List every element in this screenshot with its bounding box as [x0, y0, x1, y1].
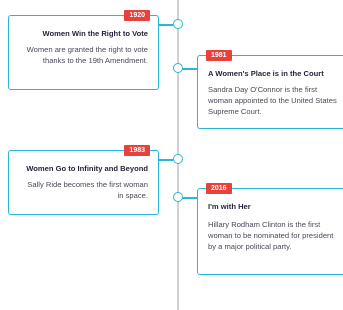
timeline-connector [158, 159, 173, 161]
timeline-card-1920: 1920 Women Win the Right to Vote Women a… [8, 10, 159, 90]
timeline-node [173, 154, 183, 164]
timeline-node [173, 63, 183, 73]
timeline-card-1981: 1981 A Women's Place is in the Court San… [197, 50, 343, 129]
timeline-node [173, 19, 183, 29]
event-title: A Women's Place is in the Court [208, 69, 324, 78]
event-description: Sally Ride becomes the first woman in sp… [27, 180, 148, 200]
year-badge: 1920 [124, 10, 150, 21]
event-title: Women Go to Infinity and Beyond [26, 164, 148, 173]
timeline-node [173, 192, 183, 202]
year-badge: 1981 [206, 50, 232, 61]
event-title: Women Win the Right to Vote [42, 29, 148, 38]
event-description: Women are granted the right to vote than… [26, 45, 148, 65]
timeline-card-1983: 1983 Women Go to Infinity and Beyond Sal… [8, 145, 159, 215]
event-title: I'm with Her [208, 202, 251, 211]
event-description: Hillary Rodham Clinton is the first woma… [208, 220, 334, 251]
year-badge: 2016 [206, 183, 232, 194]
event-description: Sandra Day O'Connor is the first woman a… [208, 85, 337, 116]
year-badge: 1983 [124, 145, 150, 156]
timeline-card-2016: 2016 I'm with Her Hillary Rodham Clinton… [197, 183, 343, 275]
timeline-connector [158, 24, 173, 26]
